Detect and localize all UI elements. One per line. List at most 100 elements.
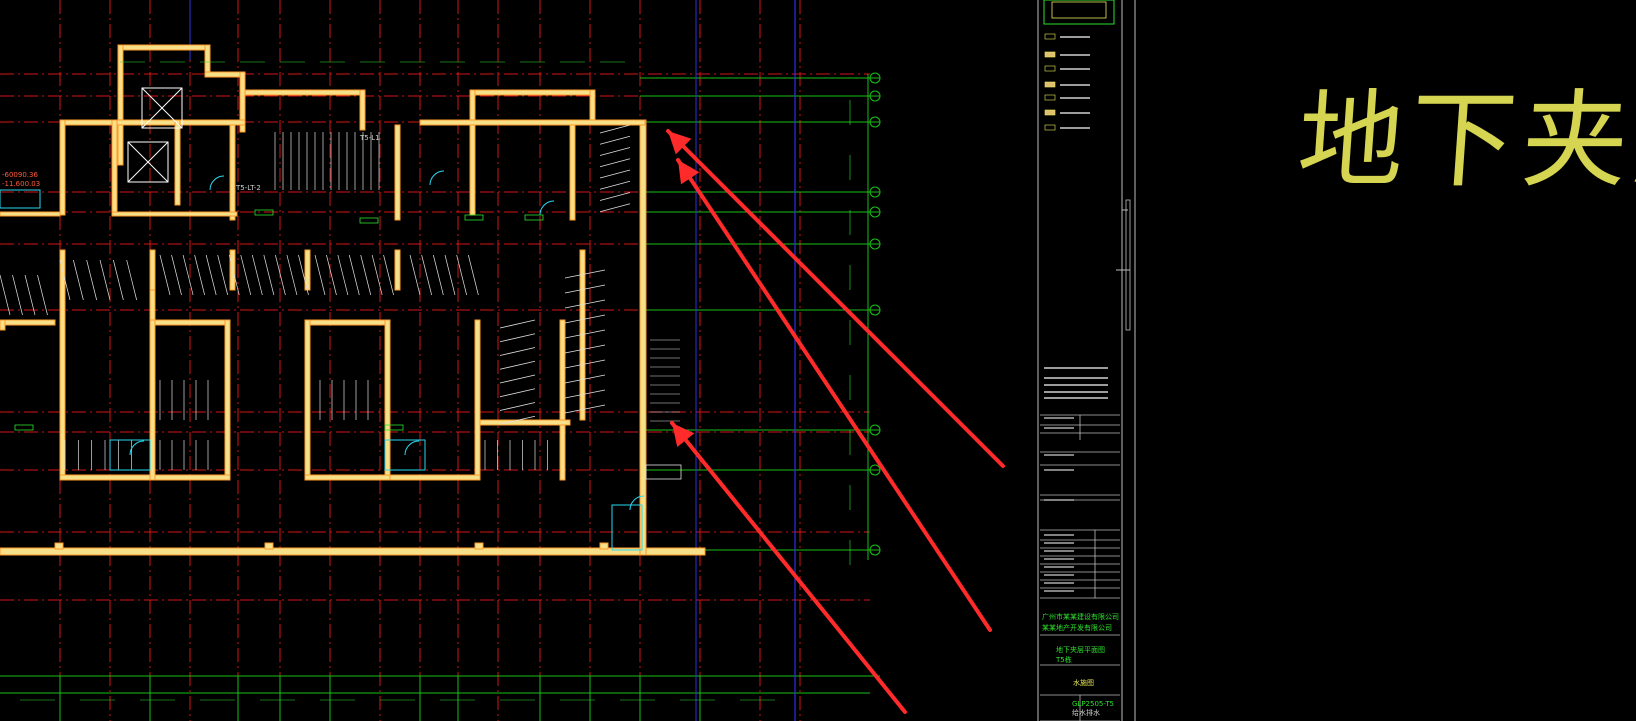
wall-segment xyxy=(224,319,231,481)
parking-stall-line xyxy=(72,259,84,301)
red-axis-lines xyxy=(0,0,870,721)
wall-segment xyxy=(479,419,571,426)
wall-segment xyxy=(111,119,118,216)
parking-stall-line xyxy=(37,274,48,316)
parking-stall-line xyxy=(112,259,124,301)
blue-axis-lines xyxy=(189,0,796,721)
floor-plan-details xyxy=(0,87,682,551)
wall-segment xyxy=(229,249,236,291)
parking-stall-line xyxy=(360,254,372,296)
door-swing xyxy=(429,170,445,186)
legend-swatch xyxy=(1044,94,1056,101)
wall-segment xyxy=(394,249,401,291)
parking-stall-line xyxy=(159,254,171,296)
cyan-box xyxy=(0,189,41,209)
wall-segment xyxy=(149,319,231,326)
legend-swatch xyxy=(1044,33,1056,40)
stair-landing xyxy=(645,464,682,480)
axis-bubbles xyxy=(869,72,881,556)
parking-stall-line xyxy=(326,254,337,296)
wall-segment xyxy=(469,89,476,121)
dimension-marks xyxy=(20,61,851,701)
wall-segment xyxy=(54,542,64,550)
parking-stall-line xyxy=(0,274,11,316)
parking-stall-line xyxy=(263,254,275,296)
stair-line xyxy=(499,388,536,398)
stair-line xyxy=(499,402,536,411)
legend-swatch xyxy=(1044,65,1056,72)
parking-stall-line xyxy=(217,254,229,296)
titleblock-sheet-name: 给水排水 xyxy=(1072,709,1100,717)
parking-stall-line xyxy=(409,254,421,296)
titleblock-drawing-number: GLP2505-T5 xyxy=(1072,700,1114,708)
parking-stall-line xyxy=(251,254,263,296)
wall-segment xyxy=(474,542,484,550)
floor-plan-walls xyxy=(0,44,706,556)
titleblock-strip xyxy=(1125,199,1131,331)
titleblock-project-line-1: 广州市某某建设有限公司 xyxy=(1042,613,1119,621)
wall-segment xyxy=(117,44,124,166)
titleblock-sheet-label: 水施图 xyxy=(1073,679,1094,687)
stair-line xyxy=(599,147,631,156)
pipe-tag xyxy=(14,424,34,431)
wall-segment xyxy=(589,89,596,121)
door-swing xyxy=(209,175,225,191)
wall-segment xyxy=(174,119,181,206)
parking-stall-line xyxy=(337,254,349,296)
wall-segment xyxy=(204,71,246,78)
level-title: 地下夹层 xyxy=(1293,79,1636,202)
parking-stall-line xyxy=(383,254,394,296)
wall-segment xyxy=(304,319,391,326)
parking-stall-line xyxy=(194,254,205,296)
titleblock-project-line-2: 某某地产开发有限公司 xyxy=(1042,624,1112,632)
legend-swatch xyxy=(1044,51,1056,58)
elevator-tag: T5-LT-2 xyxy=(236,184,261,192)
parking-stall-line xyxy=(371,254,383,296)
parking-stall-line xyxy=(182,254,194,296)
wall-segment xyxy=(469,89,596,96)
parking-stall-line xyxy=(126,259,138,301)
stair-line xyxy=(599,192,631,201)
stair-line xyxy=(499,319,536,329)
wall-segment xyxy=(229,124,236,221)
parking-stall-line xyxy=(99,259,111,301)
elevation-label-1: -60090.36 xyxy=(2,171,38,179)
wall-segment xyxy=(474,319,481,481)
wall-segment xyxy=(419,119,646,126)
door-swing xyxy=(129,440,145,456)
door-swing xyxy=(404,440,420,456)
door-swing xyxy=(539,200,555,216)
stair-line xyxy=(599,158,631,168)
wall-segment xyxy=(111,211,238,217)
parking-stall-line xyxy=(314,254,326,296)
wall-segment xyxy=(384,319,391,481)
annotation-arrows xyxy=(666,129,1005,714)
wall-segment xyxy=(559,319,566,481)
wall-segment xyxy=(59,119,66,216)
wall-segment xyxy=(149,319,156,481)
wall-segment xyxy=(59,249,66,481)
legend-swatch xyxy=(1044,81,1056,88)
wall-segment xyxy=(59,474,151,481)
titleblock-drawing-name-1: 地下夹层平面图 xyxy=(1056,646,1105,654)
stair-line xyxy=(599,180,631,190)
titleblock-keyplan-inner xyxy=(1051,1,1107,19)
stair-line xyxy=(499,333,536,343)
wall-segment xyxy=(599,542,609,550)
stair-line xyxy=(599,135,631,145)
legend-swatch xyxy=(1044,109,1056,116)
elevation-label-2: -11.600.03 xyxy=(2,180,41,188)
wall-segment xyxy=(149,249,156,291)
parking-stall-line xyxy=(432,254,444,296)
annotation-arrow-shaft xyxy=(670,421,907,714)
pipe-tag xyxy=(464,214,484,221)
wall-segment xyxy=(264,542,274,550)
stair-line xyxy=(499,374,536,384)
wall-segment xyxy=(0,319,56,326)
wall-segment xyxy=(204,44,211,76)
titleblock-keyplan xyxy=(1043,0,1115,25)
parking-stall-line xyxy=(421,254,433,296)
parking-stall-line xyxy=(240,254,252,296)
wall-segment xyxy=(469,124,476,216)
stair-line xyxy=(499,360,536,370)
